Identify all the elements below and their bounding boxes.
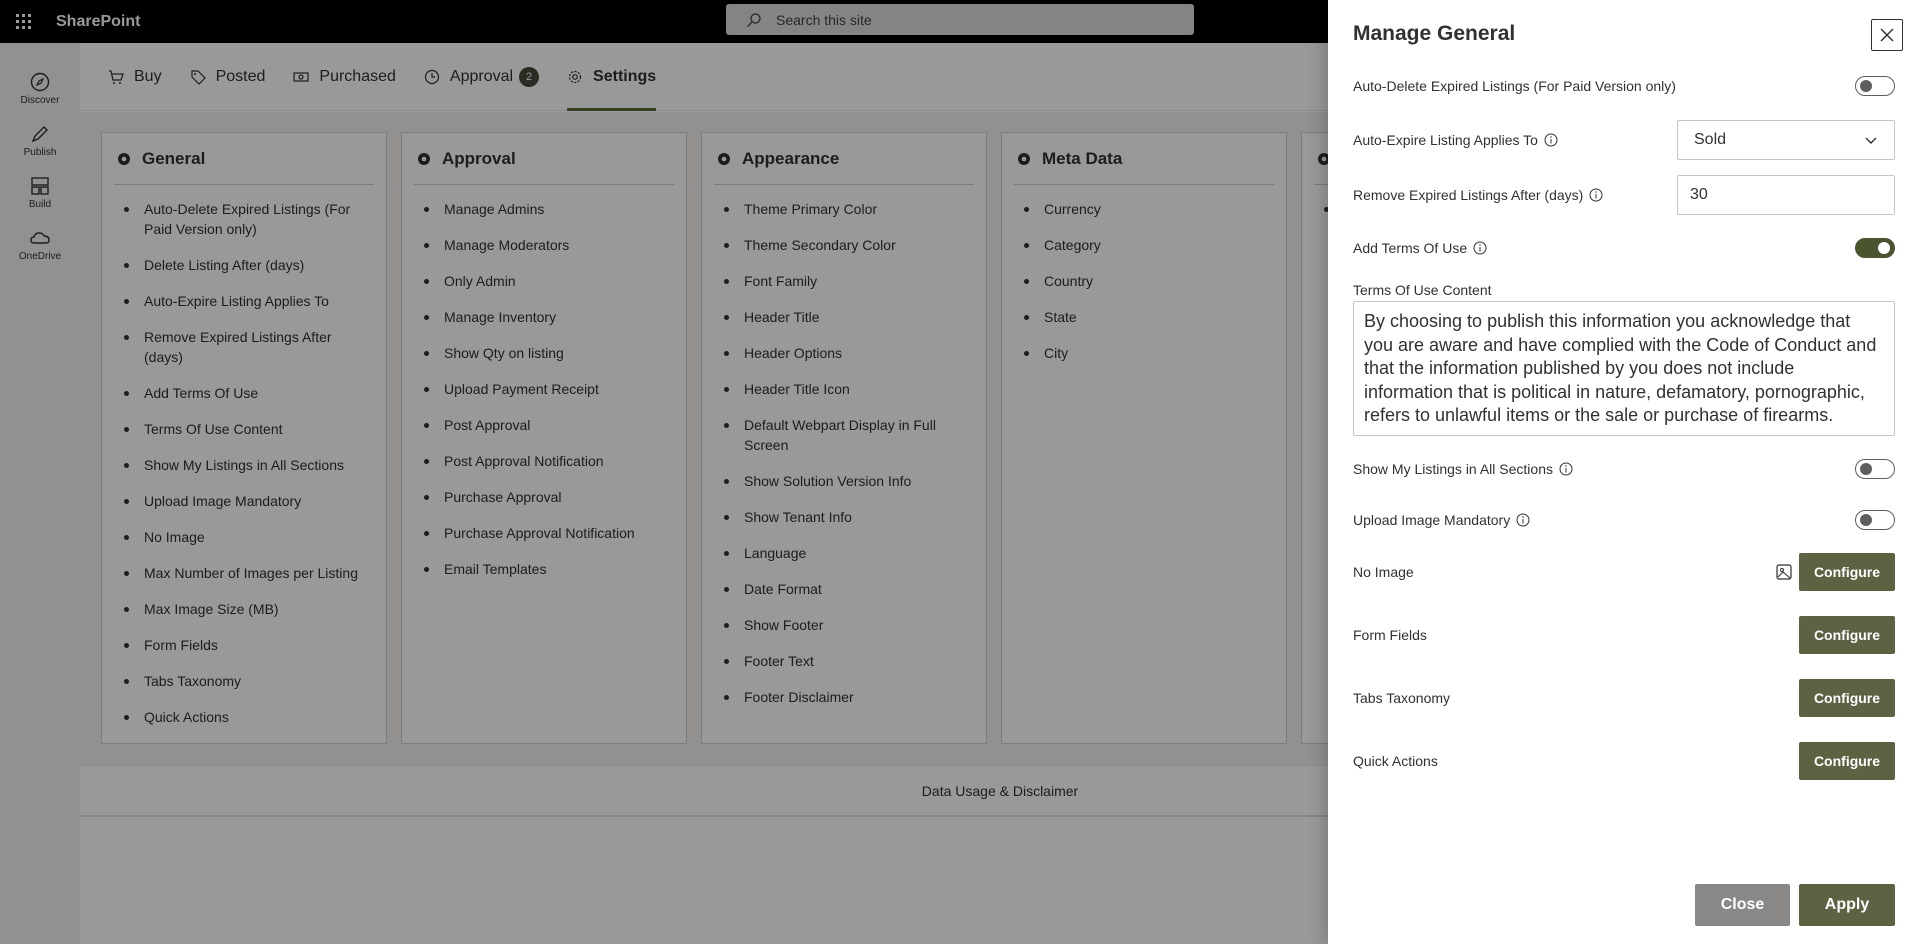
form-fields-configure-button[interactable]: Configure <box>1799 616 1895 654</box>
quick-actions-configure-button[interactable]: Configure <box>1799 742 1895 780</box>
tabs-taxonomy-row: Tabs Taxonomy Configure <box>1353 679 1895 717</box>
show-my-listings-label-wrap: Show My Listings in All Sections <box>1353 461 1573 477</box>
info-icon[interactable] <box>1544 133 1558 147</box>
tabs-taxonomy-label: Tabs Taxonomy <box>1353 690 1451 706</box>
dropdown-value: Sold <box>1694 131 1727 148</box>
upload-mandatory-label-wrap: Upload Image Mandatory <box>1353 512 1530 528</box>
close-panel-button[interactable] <box>1871 19 1903 51</box>
auto-expire-label: Auto-Expire Listing Applies To <box>1353 132 1538 148</box>
no-image-row: No Image Configure <box>1353 553 1895 591</box>
quick-actions-label: Quick Actions <box>1353 753 1438 769</box>
auto-delete-label: Auto-Delete Expired Listings (For Paid V… <box>1353 78 1676 94</box>
show-my-listings-row: Show My Listings in All Sections <box>1353 459 1895 479</box>
quick-actions-row: Quick Actions Configure <box>1353 742 1895 780</box>
add-terms-label-wrap: Add Terms Of Use <box>1353 240 1487 256</box>
add-terms-row: Add Terms Of Use <box>1353 238 1895 258</box>
form-fields-label: Form Fields <box>1353 627 1427 643</box>
upload-mandatory-row: Upload Image Mandatory <box>1353 510 1895 530</box>
close-icon <box>1880 28 1894 42</box>
no-image-controls: Configure <box>1775 553 1895 591</box>
auto-delete-row: Auto-Delete Expired Listings (For Paid V… <box>1353 76 1895 96</box>
info-icon[interactable] <box>1516 513 1530 527</box>
add-terms-label: Add Terms Of Use <box>1353 240 1468 256</box>
upload-mandatory-toggle[interactable] <box>1855 510 1895 530</box>
remove-after-input[interactable]: 30 <box>1677 175 1895 215</box>
terms-content-label: Terms Of Use Content <box>1353 282 1492 298</box>
chevron-down-icon <box>1865 137 1877 144</box>
auto-expire-row: Auto-Expire Listing Applies To Sold <box>1353 120 1895 160</box>
info-icon[interactable] <box>1589 188 1603 202</box>
remove-after-row: Remove Expired Listings After (days) 30 <box>1353 175 1895 215</box>
tabs-taxonomy-configure-button[interactable]: Configure <box>1799 679 1895 717</box>
info-icon[interactable] <box>1559 462 1573 476</box>
terms-content-textarea[interactable]: By choosing to publish this information … <box>1353 301 1895 436</box>
no-image-label: No Image <box>1353 564 1414 580</box>
show-my-listings-toggle[interactable] <box>1855 459 1895 479</box>
auto-expire-dropdown[interactable]: Sold <box>1677 120 1895 160</box>
auto-delete-toggle[interactable] <box>1855 76 1895 96</box>
upload-mandatory-label: Upload Image Mandatory <box>1353 512 1511 528</box>
add-terms-toggle[interactable] <box>1855 238 1895 258</box>
manage-general-panel: Manage General Auto-Delete Expired Listi… <box>1328 0 1920 944</box>
remove-after-label-wrap: Remove Expired Listings After (days) <box>1353 187 1603 203</box>
show-my-listings-label: Show My Listings in All Sections <box>1353 461 1553 477</box>
close-button[interactable]: Close <box>1695 884 1790 926</box>
remove-after-label: Remove Expired Listings After (days) <box>1353 187 1584 203</box>
no-image-configure-button[interactable]: Configure <box>1799 553 1895 591</box>
image-icon[interactable] <box>1775 563 1793 581</box>
auto-expire-label-wrap: Auto-Expire Listing Applies To <box>1353 132 1558 148</box>
info-icon[interactable] <box>1473 241 1487 255</box>
apply-button[interactable]: Apply <box>1799 884 1895 926</box>
form-fields-row: Form Fields Configure <box>1353 616 1895 654</box>
panel-title: Manage General <box>1353 22 1516 45</box>
